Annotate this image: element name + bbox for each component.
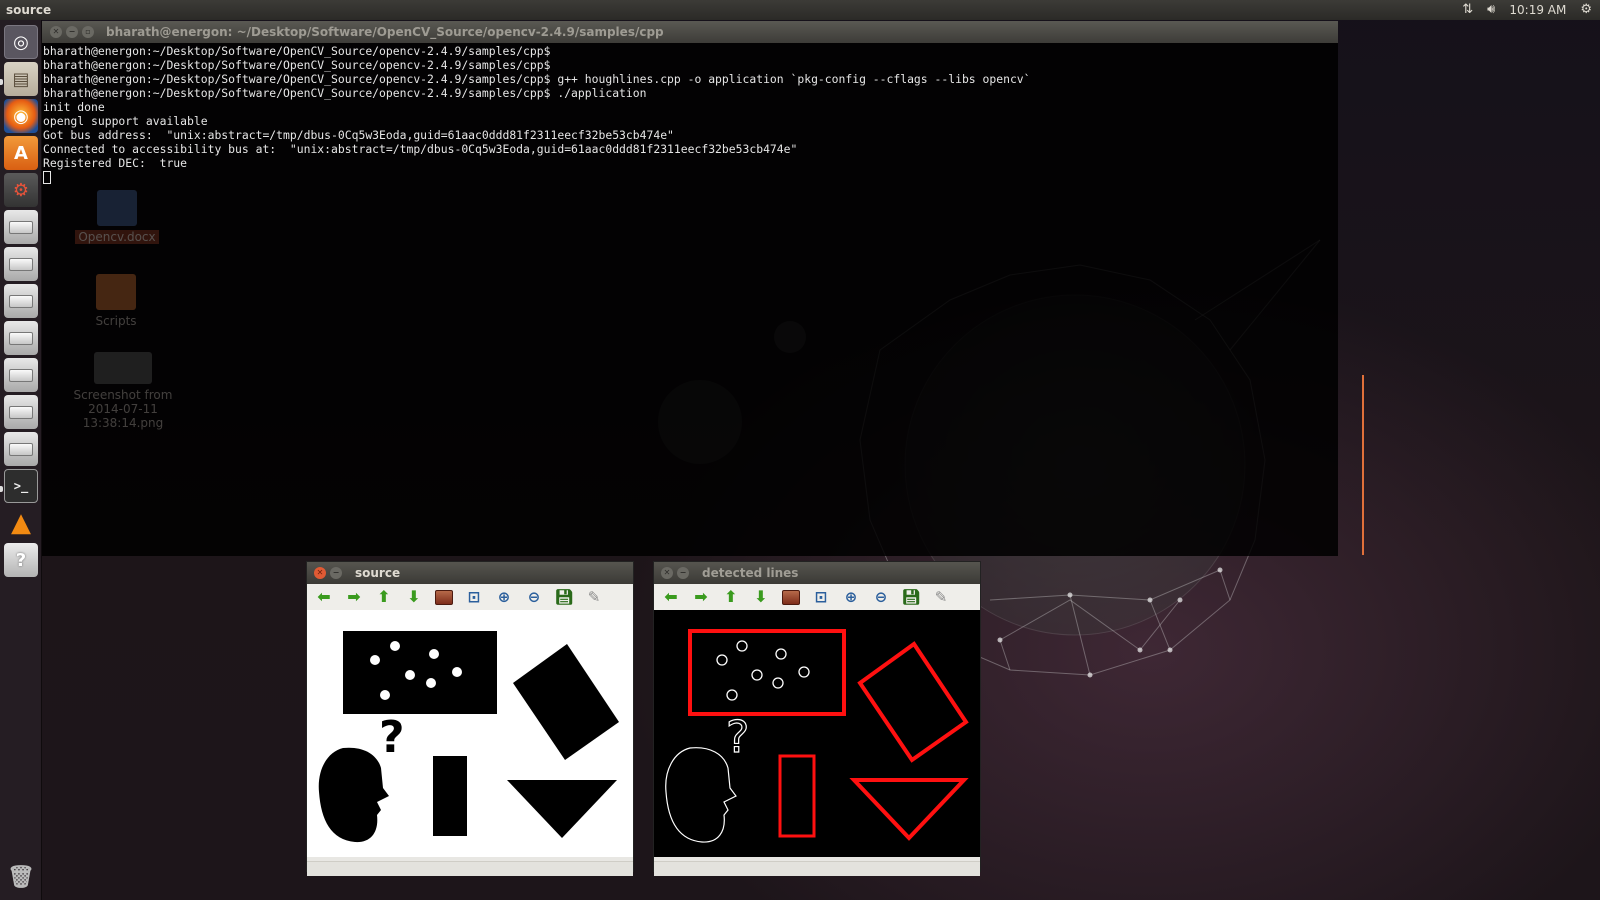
launcher: ◎ ▤ ◉ A ⚙ >_ ▲ ? 🗑︎ [0, 20, 42, 900]
brush-icon[interactable]: ✎ [583, 587, 605, 607]
drive-icon[interactable] [4, 284, 38, 318]
gear-icon[interactable]: ⚙ [1580, 0, 1592, 20]
volume-icon[interactable]: 🔊︎ [1487, 0, 1495, 20]
source-window-titlebar[interactable]: ✕ − source [307, 562, 633, 584]
desktop-icon-image[interactable]: Screenshot from 2014-07-11 13:38:14.png [68, 352, 178, 430]
terminal-cursor [43, 171, 51, 184]
system-settings-icon[interactable]: ⚙ [4, 173, 38, 207]
terminal-line: Registered DEC: true [43, 156, 188, 170]
clock[interactable]: 10:19 AM [1509, 3, 1566, 17]
terminal-line: opengl support available [43, 114, 208, 128]
maximize-icon[interactable]: ▫ [82, 26, 94, 38]
zoom-out-icon[interactable]: ⊖ [870, 587, 892, 607]
drive-icon[interactable] [4, 247, 38, 281]
arrow-down-icon[interactable]: ⬇ [750, 587, 772, 607]
window-title: source [355, 566, 401, 580]
terminal-line: bharath@energon:~/Desktop/Software/OpenC… [43, 72, 1031, 86]
detected-window-titlebar[interactable]: ✕ − detected lines [654, 562, 980, 584]
desktop-icon-folder[interactable]: Scripts [61, 274, 171, 328]
help-icon[interactable]: ? [4, 543, 38, 577]
terminal-output[interactable]: bharath@energon:~/Desktop/Software/OpenC… [42, 43, 1338, 184]
arrow-down-icon[interactable]: ⬇ [403, 587, 425, 607]
files-icon[interactable]: ▤ [4, 62, 38, 96]
terminal-line: bharath@energon:~/Desktop/Software/OpenC… [43, 44, 551, 58]
close-icon[interactable]: ✕ [50, 26, 62, 38]
window-title: detected lines [702, 566, 799, 580]
network-icon[interactable]: ⇅ [1462, 0, 1473, 20]
minimize-icon[interactable]: − [66, 26, 78, 38]
terminal-titlebar[interactable]: ✕ − ▫ bharath@energon: ~/Desktop/Softwar… [42, 21, 1338, 43]
svg-text:?: ? [379, 712, 405, 763]
image-icon[interactable] [433, 587, 455, 607]
top-panel: source ⇅ 🔊︎ 10:19 AM ⚙ [0, 0, 1600, 20]
trash-icon[interactable]: 🗑︎ [4, 860, 38, 894]
save-icon[interactable]: 💾︎ [553, 587, 575, 607]
detected-lines-window[interactable]: ✕ − detected lines ⬅ ➡ ⬆ ⬇ ⊡ ⊕ ⊖ 💾︎ ✎ ? [653, 561, 981, 876]
arrow-left-icon[interactable]: ⬅ [660, 587, 682, 607]
image-icon[interactable] [780, 587, 802, 607]
document-icon [97, 190, 137, 226]
zoom-in-icon[interactable]: ⊕ [493, 587, 515, 607]
arrow-up-icon[interactable]: ⬆ [720, 587, 742, 607]
close-icon[interactable]: ✕ [314, 567, 326, 579]
zoom-fit-icon[interactable]: ⊡ [463, 587, 485, 607]
drive-icon[interactable] [4, 321, 38, 355]
terminal-line: bharath@energon:~/Desktop/Software/OpenC… [43, 58, 551, 72]
desktop-icon-label: Screenshot from 2014-07-11 13:38:14.png [73, 388, 173, 430]
drive-icon[interactable] [4, 395, 38, 429]
vlc-icon[interactable]: ▲ [4, 506, 38, 540]
software-center-icon[interactable]: A [4, 136, 38, 170]
svg-text:?: ? [726, 712, 749, 763]
minimize-icon[interactable]: − [330, 567, 342, 579]
arrow-left-icon[interactable]: ⬅ [313, 587, 335, 607]
minimize-icon[interactable]: − [677, 567, 689, 579]
window-statusbar [654, 861, 980, 876]
close-icon[interactable]: ✕ [661, 567, 673, 579]
arrow-up-icon[interactable]: ⬆ [373, 587, 395, 607]
arrow-right-icon[interactable]: ➡ [343, 587, 365, 607]
save-icon[interactable]: 💾︎ [900, 587, 922, 607]
source-image-canvas[interactable]: ? [307, 610, 633, 857]
terminal-title: bharath@energon: ~/Desktop/Software/Open… [106, 25, 664, 39]
launcher-pip [0, 486, 3, 492]
drive-icon[interactable] [4, 358, 38, 392]
desktop-icon-label: Opencv.docx [75, 230, 159, 244]
zoom-out-icon[interactable]: ⊖ [523, 587, 545, 607]
drive-icon[interactable] [4, 432, 38, 466]
active-app-title: source [6, 3, 52, 17]
desktop-icon-label: Scripts [95, 314, 137, 328]
firefox-icon[interactable]: ◉ [4, 99, 38, 133]
zoom-in-icon[interactable]: ⊕ [840, 587, 862, 607]
terminal-icon[interactable]: >_ [4, 469, 38, 503]
system-tray: ⇅ 🔊︎ 10:19 AM ⚙ [1462, 0, 1592, 20]
terminal-line: init done [43, 100, 105, 114]
terminal-line: Got bus address: "unix:abstract=/tmp/dbu… [43, 128, 674, 142]
folder-icon [96, 274, 136, 310]
zoom-fit-icon[interactable]: ⊡ [810, 587, 832, 607]
terminal-line: bharath@energon:~/Desktop/Software/OpenC… [43, 86, 647, 100]
arrow-right-icon[interactable]: ➡ [690, 587, 712, 607]
source-window[interactable]: ✕ − source ⬅ ➡ ⬆ ⬇ ⊡ ⊕ ⊖ 💾︎ ✎ ? [306, 561, 634, 876]
drive-icon[interactable] [4, 210, 38, 244]
terminal-line: Connected to accessibility bus at: "unix… [43, 142, 798, 156]
launcher-pip [0, 79, 3, 85]
terminal-window[interactable]: ✕ − ▫ bharath@energon: ~/Desktop/Softwar… [42, 21, 1338, 556]
image-toolbar: ⬅ ➡ ⬆ ⬇ ⊡ ⊕ ⊖ 💾︎ ✎ [654, 584, 980, 610]
desktop-icon-document[interactable]: Opencv.docx [62, 190, 172, 244]
image-toolbar: ⬅ ➡ ⬆ ⬇ ⊡ ⊕ ⊖ 💾︎ ✎ [307, 584, 633, 610]
image-icon [94, 352, 152, 384]
brush-icon[interactable]: ✎ [930, 587, 952, 607]
window-statusbar [307, 861, 633, 876]
detected-lines-canvas[interactable]: ? [654, 610, 980, 857]
dash-home-icon[interactable]: ◎ [4, 25, 38, 59]
